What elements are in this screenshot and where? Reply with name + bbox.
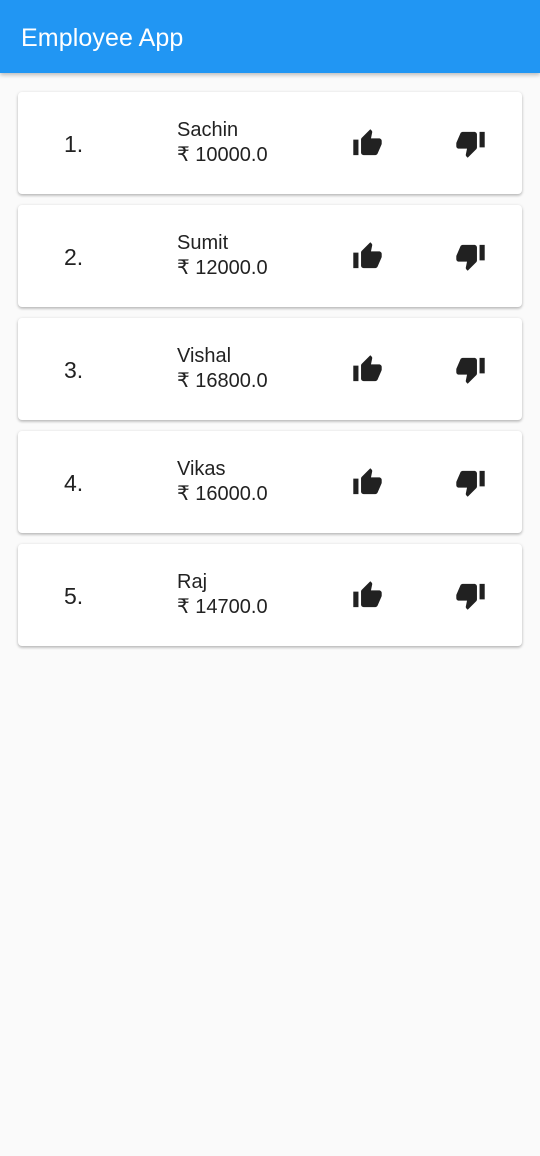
employee-list: 1. Sachin ₹ 10000.0 2. Sumit ₹ 12000.0 3… bbox=[18, 92, 522, 657]
dislike-button[interactable] bbox=[453, 352, 487, 386]
employee-info: Raj ₹ 14700.0 bbox=[177, 570, 268, 620]
like-button[interactable] bbox=[350, 465, 384, 499]
employee-index: 4. bbox=[64, 470, 84, 496]
dislike-button[interactable] bbox=[453, 126, 487, 160]
employee-salary: 14700.0 bbox=[195, 596, 268, 618]
app-title: Employee App bbox=[21, 24, 184, 52]
thumb-up-icon bbox=[352, 128, 382, 155]
employee-salary-row: ₹ 14700.0 bbox=[177, 595, 268, 620]
like-button[interactable] bbox=[350, 352, 384, 386]
employee-info: Vishal ₹ 16800.0 bbox=[177, 344, 268, 394]
currency-symbol: ₹ bbox=[177, 370, 190, 392]
employee-info: Sachin ₹ 10000.0 bbox=[177, 118, 268, 168]
employee-salary-row: ₹ 16800.0 bbox=[177, 369, 268, 394]
employee-card: 5. Raj ₹ 14700.0 bbox=[18, 544, 522, 646]
employee-info: Vikas ₹ 16000.0 bbox=[177, 457, 268, 507]
employee-salary: 16800.0 bbox=[195, 370, 268, 392]
like-button[interactable] bbox=[350, 239, 384, 273]
thumb-down-icon bbox=[455, 470, 485, 497]
employee-index: 1. bbox=[64, 131, 84, 157]
employee-name: Vishal bbox=[177, 345, 232, 367]
employee-salary: 16000.0 bbox=[195, 483, 268, 505]
thumb-down-icon bbox=[455, 244, 485, 271]
thumb-down-icon bbox=[455, 131, 485, 158]
like-button[interactable] bbox=[350, 578, 384, 612]
employee-name: Sumit bbox=[177, 232, 229, 254]
dislike-button[interactable] bbox=[453, 239, 487, 273]
dislike-button[interactable] bbox=[453, 578, 487, 612]
thumb-up-icon bbox=[352, 241, 382, 268]
employee-card: 4. Vikas ₹ 16000.0 bbox=[18, 431, 522, 533]
thumb-up-icon bbox=[352, 580, 382, 607]
employee-salary-row: ₹ 12000.0 bbox=[177, 256, 268, 281]
employee-salary-row: ₹ 10000.0 bbox=[177, 143, 268, 168]
employee-name: Sachin bbox=[177, 119, 239, 141]
thumb-up-icon bbox=[352, 354, 382, 381]
thumb-down-icon bbox=[455, 357, 485, 384]
currency-symbol: ₹ bbox=[177, 483, 190, 505]
employee-name: Vikas bbox=[177, 458, 226, 480]
employee-index: 2. bbox=[64, 244, 84, 270]
currency-symbol: ₹ bbox=[177, 257, 190, 279]
app-bar: Employee App bbox=[0, 0, 540, 73]
employee-name: Raj bbox=[177, 571, 208, 593]
thumb-up-icon bbox=[352, 467, 382, 494]
employee-salary: 10000.0 bbox=[195, 144, 268, 166]
employee-index: 3. bbox=[64, 357, 84, 383]
employee-card: 1. Sachin ₹ 10000.0 bbox=[18, 92, 522, 194]
employee-card: 3. Vishal ₹ 16800.0 bbox=[18, 318, 522, 420]
employee-card: 2. Sumit ₹ 12000.0 bbox=[18, 205, 522, 307]
thumb-down-icon bbox=[455, 583, 485, 610]
like-button[interactable] bbox=[350, 126, 384, 160]
dislike-button[interactable] bbox=[453, 465, 487, 499]
currency-symbol: ₹ bbox=[177, 596, 190, 618]
employee-salary-row: ₹ 16000.0 bbox=[177, 482, 268, 507]
currency-symbol: ₹ bbox=[177, 144, 190, 166]
employee-index: 5. bbox=[64, 583, 84, 609]
employee-info: Sumit ₹ 12000.0 bbox=[177, 231, 268, 281]
employee-salary: 12000.0 bbox=[195, 257, 268, 279]
